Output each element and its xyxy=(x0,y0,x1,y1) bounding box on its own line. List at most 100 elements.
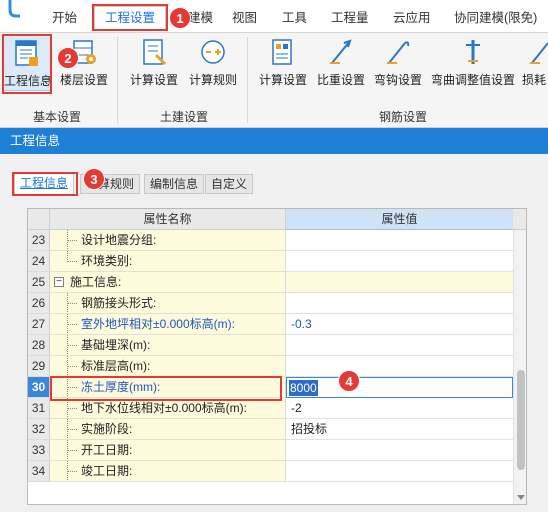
property-name-cell: 钢筋接头形式: xyxy=(50,293,286,314)
row-number: 24 xyxy=(28,251,50,272)
vertical-scrollbar[interactable] xyxy=(513,230,526,504)
bend-adjust-button[interactable]: 弯曲调整值设置 xyxy=(428,35,518,91)
grid-header: 属性名称 属性值 xyxy=(28,209,526,230)
property-value-cell[interactable] xyxy=(286,440,513,461)
row-number: 26 xyxy=(28,293,50,314)
property-name-cell: 环境类别: xyxy=(50,251,286,272)
property-name: 基础埋深(m): xyxy=(81,338,151,352)
table-row[interactable]: 32 实施阶段: 招投标 xyxy=(28,419,513,440)
annotation-badge: 1 xyxy=(169,7,191,29)
table-row[interactable]: 34 竣工日期: xyxy=(28,461,513,482)
table-row[interactable]: 33 开工日期: xyxy=(28,440,513,461)
row-number: 25 xyxy=(28,272,50,293)
property-value-cell[interactable] xyxy=(286,230,513,251)
loss-icon xyxy=(526,37,548,67)
row-number: 28 xyxy=(28,335,50,356)
annotation-badge: 2 xyxy=(57,47,79,69)
property-value-cell[interactable] xyxy=(286,335,513,356)
tab-quantity[interactable]: 工程量 xyxy=(325,8,375,28)
table-row[interactable]: 24 环境类别: xyxy=(28,251,513,272)
property-value-cell[interactable]: 招投标 xyxy=(286,419,513,440)
annotation-badge: 3 xyxy=(83,168,105,190)
property-name-cell: − 施工信息: xyxy=(50,272,286,293)
ribbon-panel: 工程信息 楼层设置 计算设置 计算规则 计算设置 比重设置 弯钩设置 弯曲调整值… xyxy=(0,33,548,128)
table-row[interactable]: 29 标准层高(m): xyxy=(28,356,513,377)
scroll-down-icon[interactable] xyxy=(517,495,525,500)
annotation-badge: 4 xyxy=(338,370,360,392)
header-property-value: 属性值 xyxy=(286,209,513,230)
tab-start[interactable]: 开始 xyxy=(46,8,83,28)
table-row[interactable]: 26 钢筋接头形式: xyxy=(28,293,513,314)
dialog-title: 工程信息 xyxy=(0,128,548,154)
group-separator xyxy=(117,37,118,123)
property-name: 实施阶段: xyxy=(81,422,133,436)
tab-view[interactable]: 视图 xyxy=(226,8,263,28)
app-logo-icon[interactable] xyxy=(6,0,28,18)
property-name: 设计地震分组: xyxy=(81,233,157,247)
property-value-cell[interactable] xyxy=(286,293,513,314)
highlight-box-dialog-tab xyxy=(12,172,78,196)
frost-depth-input[interactable]: 8000 xyxy=(286,377,513,398)
group-label-civil: 土建设置 xyxy=(160,110,209,124)
group-label-basic: 基本设置 xyxy=(33,110,82,124)
property-name: 钢筋接头形式: xyxy=(81,296,157,310)
collapse-icon[interactable]: − xyxy=(54,277,64,287)
highlight-box-project-info xyxy=(2,34,52,94)
row-number: 32 xyxy=(28,419,50,440)
property-name: 地下水位线相对±0.000标高(m): xyxy=(81,401,247,415)
scrollbar-thumb[interactable] xyxy=(517,370,525,470)
loss-settings-button[interactable]: 损耗 xyxy=(522,35,548,91)
hook-settings-button[interactable]: 弯钩设置 xyxy=(371,35,425,91)
property-name: 环境类别: xyxy=(81,254,133,268)
dialog-body: 工程信息 计算规则 编制信息 自定义 属性名称 属性值 23 设计地震分组: 2… xyxy=(0,154,548,512)
ribbon-tab-bar: 开始 工程设置 建模 视图 工具 工程量 云应用 协同建模(限免) xyxy=(0,0,548,33)
calc-settings-icon xyxy=(139,37,169,67)
property-name-cell: 标准层高(m): xyxy=(50,356,286,377)
property-name: 室外地坪相对±0.000标高(m): xyxy=(81,317,235,331)
tab-cloud[interactable]: 云应用 xyxy=(387,8,437,28)
group-label-rebar: 钢筋设置 xyxy=(379,110,428,124)
property-name-cell: 竣工日期: xyxy=(50,461,286,482)
table-row[interactable]: 31 地下水位线相对±0.000标高(m): -2 xyxy=(28,398,513,419)
tab-project-settings[interactable]: 工程设置 xyxy=(92,4,168,31)
row-number: 27 xyxy=(28,314,50,335)
property-name-cell: 开工日期: xyxy=(50,440,286,461)
property-name-cell: 实施阶段: xyxy=(50,419,286,440)
property-name: 标准层高(m): xyxy=(81,359,151,373)
table-row[interactable]: 27 室外地坪相对±0.000标高(m): -0.3 xyxy=(28,314,513,335)
calc-rules-button[interactable]: 计算规则 xyxy=(185,35,241,91)
property-value-cell[interactable] xyxy=(286,251,513,272)
row-number: 23 xyxy=(28,230,50,251)
bend-adjust-icon xyxy=(458,37,488,67)
row-number: 33 xyxy=(28,440,50,461)
property-value-cell[interactable] xyxy=(286,356,513,377)
highlight-box-frost-depth xyxy=(50,376,282,401)
property-name-cell: 地下水位线相对±0.000标高(m): xyxy=(50,398,286,419)
property-value-cell[interactable] xyxy=(286,272,513,293)
table-row[interactable]: 28 基础埋深(m): xyxy=(28,335,513,356)
project-info-dialog: 工程信息 工程信息 计算规则 编制信息 自定义 属性名称 属性值 23 设计地震… xyxy=(0,128,548,512)
tab-tools[interactable]: 工具 xyxy=(276,8,313,28)
tab-collab-modeling[interactable]: 协同建模(限免) xyxy=(448,8,543,28)
density-settings-icon xyxy=(326,37,356,67)
property-value-cell[interactable]: -0.3 xyxy=(286,314,513,335)
density-settings-button[interactable]: 比重设置 xyxy=(314,35,368,91)
dialog-tab-custom[interactable]: 自定义 xyxy=(205,174,254,194)
dialog-tab-compile-info[interactable]: 编制信息 xyxy=(144,174,205,194)
property-name-cell: 设计地震分组: xyxy=(50,230,286,251)
property-name: 施工信息: xyxy=(70,275,122,289)
civil-calc-settings-button[interactable]: 计算设置 xyxy=(126,35,182,91)
property-name: 竣工日期: xyxy=(81,464,133,478)
hook-settings-icon xyxy=(383,37,413,67)
row-number: 34 xyxy=(28,461,50,482)
property-value-cell[interactable]: -2 xyxy=(286,398,513,419)
table-row-group[interactable]: 25 − 施工信息: xyxy=(28,272,513,293)
property-value-cell[interactable] xyxy=(286,461,513,482)
frost-depth-value[interactable]: 8000 xyxy=(289,380,318,396)
table-row[interactable]: 23 设计地震分组: xyxy=(28,230,513,251)
property-name: 开工日期: xyxy=(81,443,133,457)
header-property-name: 属性名称 xyxy=(50,209,286,230)
row-number-header xyxy=(28,209,50,230)
rebar-calc-settings-button[interactable]: 计算设置 xyxy=(255,35,311,91)
rebar-calc-settings-icon xyxy=(268,37,298,67)
